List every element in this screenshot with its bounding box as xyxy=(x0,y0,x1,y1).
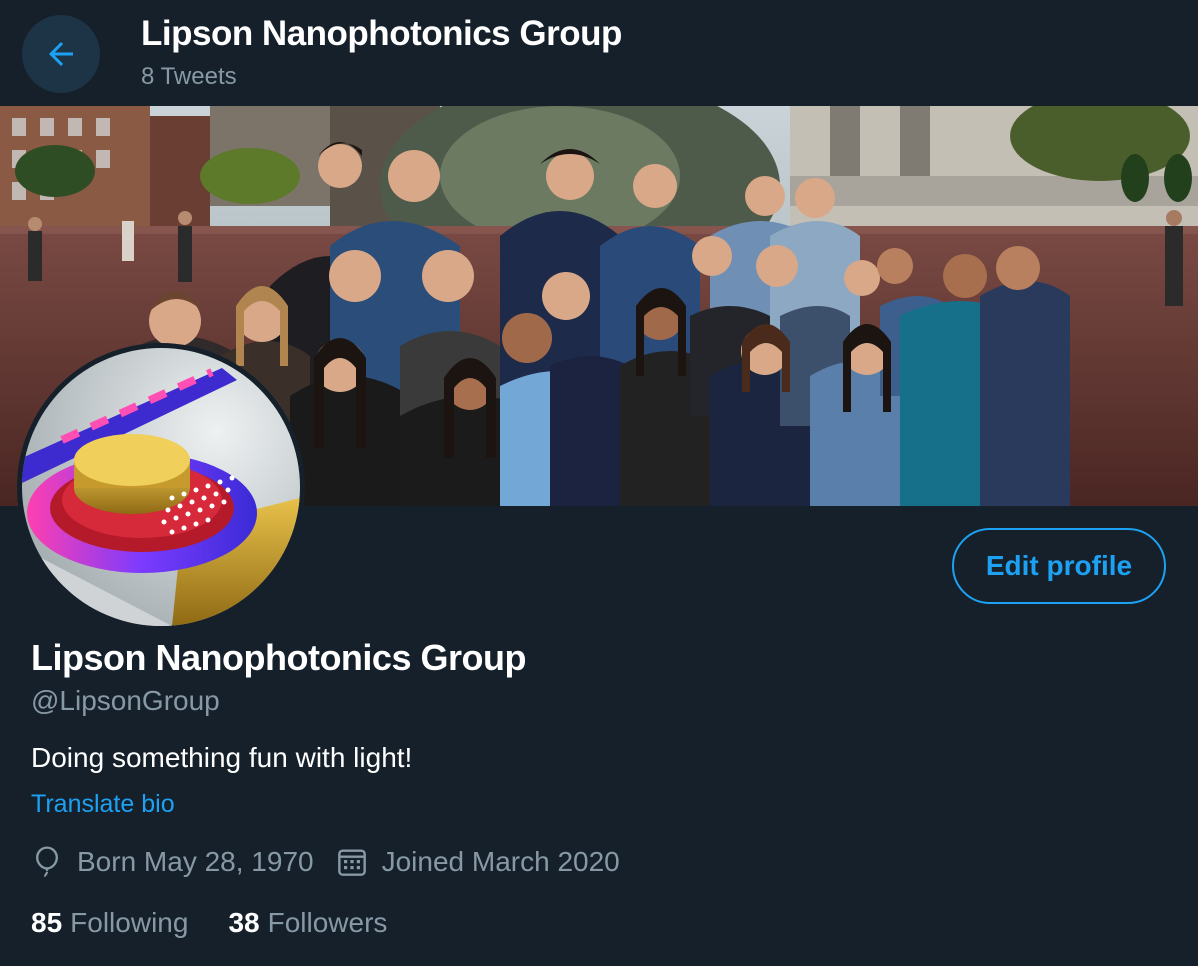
edit-profile-button[interactable]: Edit profile xyxy=(952,528,1166,604)
joined-text: Joined March 2020 xyxy=(381,846,620,877)
profile-handle: @LipsonGroup xyxy=(31,685,220,716)
joined-item: Joined March 2020 xyxy=(336,846,620,878)
profile-name: Lipson Nanophotonics Group xyxy=(31,637,526,678)
header-title: Lipson Nanophotonics Group xyxy=(141,14,622,53)
follow-stats: 85 Following 38 Followers xyxy=(31,903,387,943)
followers-label: Followers xyxy=(267,907,388,938)
profile-page: Lipson Nanophotonics Group 8 Tweets Edit… xyxy=(0,0,1198,966)
nanophotonic-ring-resonator-image xyxy=(22,348,300,626)
calendar-icon xyxy=(337,849,366,876)
followers-count: 38 xyxy=(228,907,260,938)
profile-bio: Doing something fun with light! xyxy=(31,742,413,773)
birthday-item: Born May 28, 1970 xyxy=(31,845,314,879)
tweet-count: 8 Tweets xyxy=(141,63,237,90)
back-button[interactable] xyxy=(22,15,100,93)
translate-bio-link[interactable]: Translate bio xyxy=(31,790,175,819)
followers-link[interactable]: 38 Followers xyxy=(228,907,387,939)
arrow-left-icon xyxy=(49,42,73,66)
following-count: 85 xyxy=(31,907,63,938)
profile-avatar[interactable] xyxy=(22,348,300,626)
profile-header: Lipson Nanophotonics Group 8 Tweets xyxy=(0,0,1198,106)
balloon-icon xyxy=(36,846,58,877)
birthday-text: Born May 28, 1970 xyxy=(77,846,314,877)
following-label: Following xyxy=(70,907,189,938)
profile-meta: Born May 28, 1970 Joined March 2020 xyxy=(31,842,620,882)
following-link[interactable]: 85 Following xyxy=(31,907,188,939)
